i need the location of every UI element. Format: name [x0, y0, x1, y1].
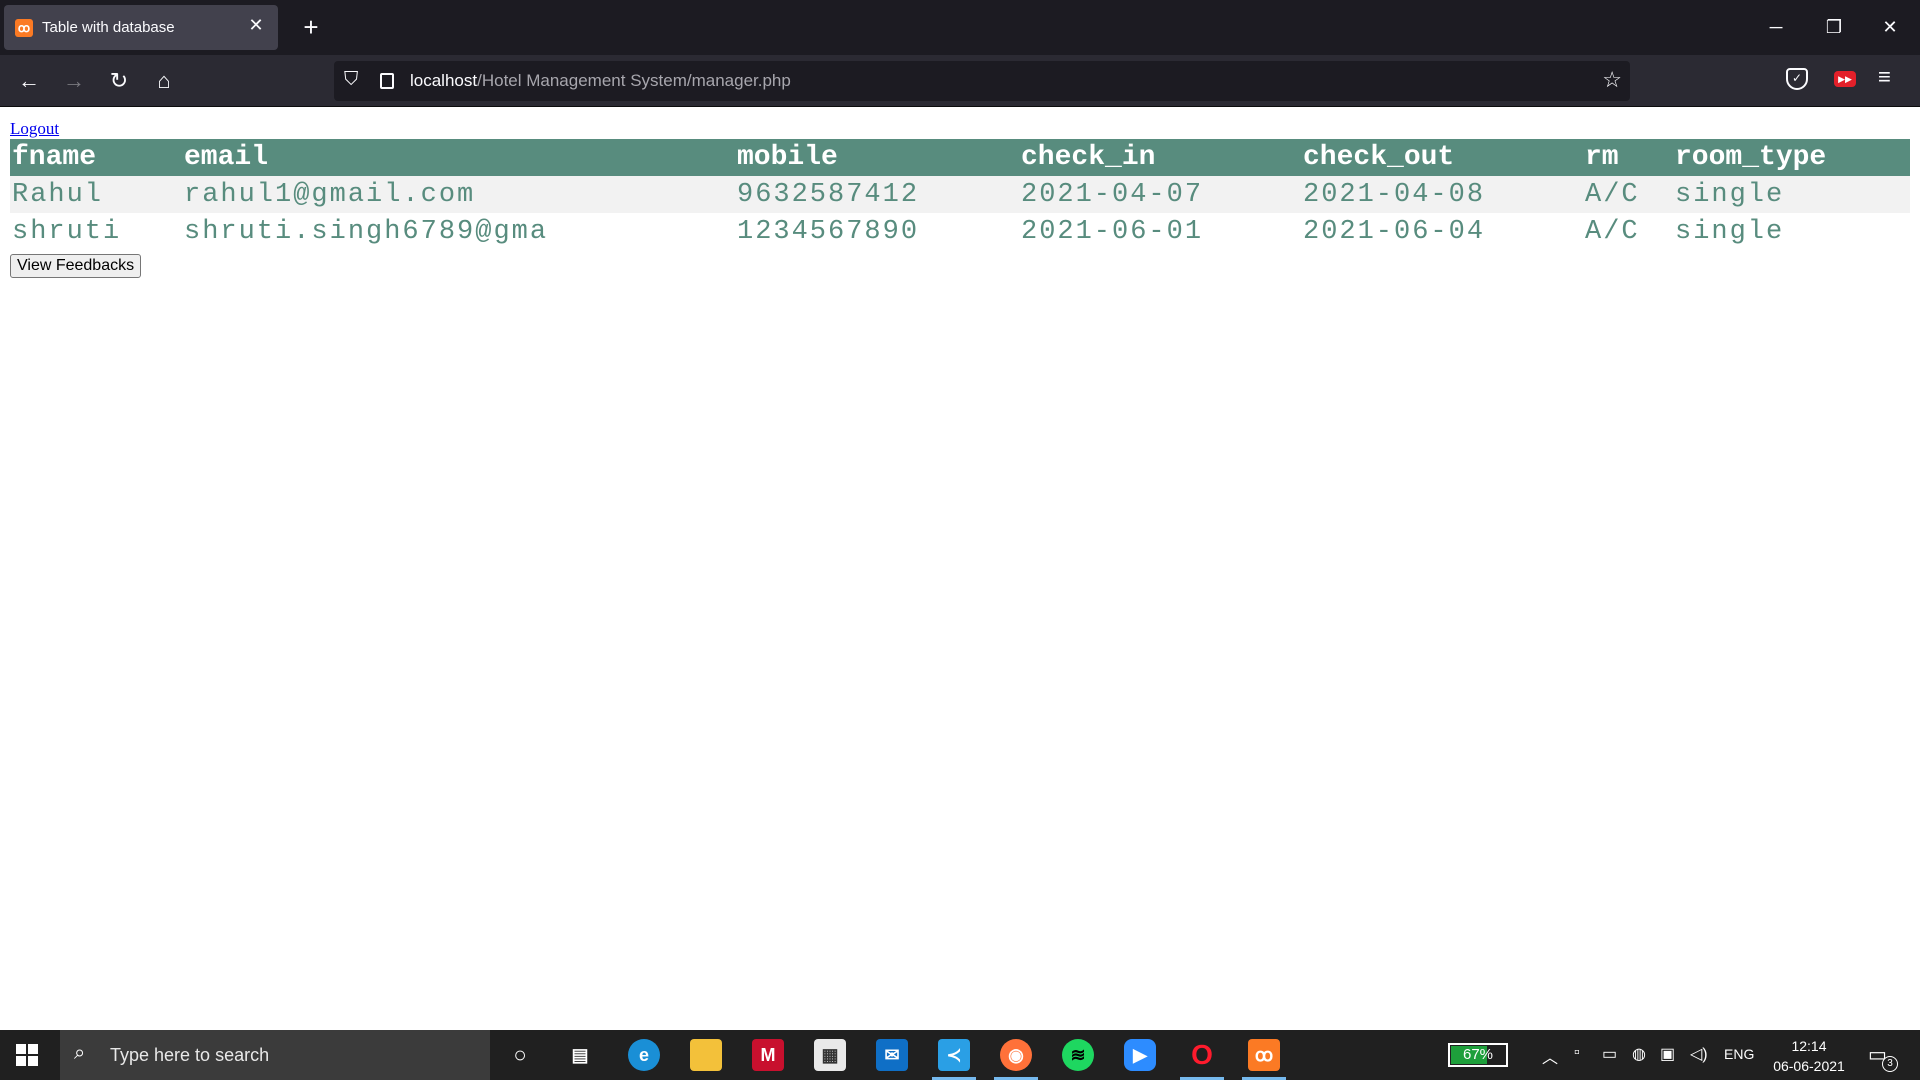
- cell-mobile: 9632587412: [735, 176, 1019, 213]
- column-header-fname: fname: [10, 139, 182, 176]
- network-globe-icon[interactable]: ◍: [1632, 1044, 1646, 1064]
- table-row: shruti shruti.singh6789@gma 1234567890 2…: [10, 213, 1910, 250]
- column-header-rm: rm: [1583, 139, 1673, 176]
- spotify-icon[interactable]: ≋: [1062, 1039, 1094, 1071]
- cell-check-out: 2021-06-04: [1301, 213, 1583, 250]
- pocket-icon[interactable]: ✓: [1786, 68, 1808, 90]
- new-tab-button[interactable]: +: [296, 10, 326, 44]
- language-indicator[interactable]: ENG: [1724, 1046, 1754, 1062]
- youtube-extension-icon[interactable]: ▶▶: [1834, 71, 1856, 87]
- clock-time: 12:14: [1791, 1038, 1827, 1054]
- forward-button[interactable]: →: [57, 64, 91, 98]
- cell-rm: A/C: [1583, 213, 1673, 250]
- clock-date: 06-06-2021: [1773, 1058, 1845, 1074]
- column-header-check-in: check_in: [1019, 139, 1301, 176]
- browser-tab[interactable]: ꝏ Table with database ✕: [4, 5, 278, 50]
- url-text[interactable]: localhost/Hotel Management System/manage…: [410, 71, 791, 91]
- bookings-table: fname email mobile check_in check_out rm…: [10, 139, 1910, 250]
- volume-icon[interactable]: ◁): [1690, 1044, 1708, 1064]
- logout-link[interactable]: Logout: [10, 118, 59, 139]
- cortana-icon[interactable]: ○: [504, 1039, 536, 1071]
- cell-fname: Rahul: [10, 176, 182, 213]
- cell-fname: shruti: [10, 213, 182, 250]
- minimize-button[interactable]: ─: [1756, 10, 1796, 44]
- cell-room-type: single: [1673, 176, 1910, 213]
- back-button[interactable]: ←: [12, 64, 46, 98]
- column-header-mobile: mobile: [735, 139, 1019, 176]
- url-path: /Hotel Management System/manager.php: [477, 71, 791, 90]
- bookmark-star-icon[interactable]: ☆: [1602, 67, 1622, 93]
- clock[interactable]: 12:14 06-06-2021: [1768, 1036, 1850, 1076]
- search-placeholder: Type here to search: [110, 1045, 270, 1065]
- menu-icon[interactable]: ≡: [1878, 64, 1891, 90]
- address-bar[interactable]: ⛉ localhost/Hotel Management System/mana…: [334, 61, 1630, 101]
- vscode-icon[interactable]: ≺: [938, 1039, 970, 1071]
- column-header-check-out: check_out: [1301, 139, 1583, 176]
- cell-mobile: 1234567890: [735, 213, 1019, 250]
- taskbar-search-box[interactable]: ⌕ Type here to search: [60, 1030, 490, 1080]
- search-icon: ⌕: [74, 1042, 86, 1064]
- task-view-icon[interactable]: ▤: [564, 1039, 596, 1071]
- cell-room-type: single: [1673, 213, 1910, 250]
- table-header-row: fname email mobile check_in check_out rm…: [10, 139, 1910, 176]
- cell-check-in: 2021-04-07: [1019, 176, 1301, 213]
- show-hidden-icons-chevron-up-icon[interactable]: ︿: [1542, 1044, 1558, 1068]
- edge-icon[interactable]: e: [628, 1039, 660, 1071]
- tracking-protection-shield-icon[interactable]: ⛉: [344, 69, 358, 91]
- table-row: Rahul rahul1@gmail.com 9632587412 2021-0…: [10, 176, 1910, 213]
- meet-now-icon[interactable]: ▫: [1574, 1044, 1580, 1062]
- url-host: localhost: [410, 71, 478, 90]
- cell-email: rahul1@gmail.com: [182, 176, 735, 213]
- xampp-icon[interactable]: ꝏ: [1248, 1039, 1280, 1071]
- close-window-button[interactable]: ✕: [1870, 10, 1910, 44]
- reload-button[interactable]: ↻: [102, 64, 136, 98]
- cell-rm: A/C: [1583, 176, 1673, 213]
- battery-indicator[interactable]: 67%: [1448, 1043, 1508, 1067]
- cell-email: shruti.singh6789@gma: [182, 213, 735, 250]
- column-header-room-type: room_type: [1673, 139, 1910, 176]
- restore-button[interactable]: ❐: [1814, 10, 1854, 44]
- tab-title: Table with database: [42, 19, 175, 36]
- battery-percent: 67%: [1462, 1046, 1494, 1063]
- page-content: Logout fname email mobile check_in check…: [10, 118, 1910, 278]
- windows-taskbar: ⌕ Type here to search ○ ▤ e M ▦ ✉ ≺ ◉ ≋ …: [0, 1030, 1920, 1080]
- home-button[interactable]: ⌂: [147, 64, 181, 98]
- browser-nav-bar: ← → ↻ ⌂ ⛉ localhost/Hotel Management Sys…: [0, 55, 1920, 107]
- file-explorer-icon[interactable]: [690, 1039, 722, 1071]
- windows-start-icon[interactable]: [16, 1044, 38, 1066]
- column-header-email: email: [182, 139, 735, 176]
- defender-icon[interactable]: ▣: [1660, 1044, 1675, 1064]
- firefox-icon[interactable]: ◉: [1000, 1039, 1032, 1071]
- tab-close-icon[interactable]: ✕: [244, 15, 268, 36]
- browser-tab-bar: ꝏ Table with database ✕ + ─ ❐ ✕: [0, 0, 1920, 55]
- view-feedbacks-button[interactable]: View Feedbacks: [10, 254, 142, 278]
- store-icon[interactable]: ▦: [814, 1039, 846, 1071]
- cell-check-out: 2021-04-08: [1301, 176, 1583, 213]
- mcafee-icon[interactable]: M: [752, 1039, 784, 1071]
- zoom-icon[interactable]: ▶: [1124, 1039, 1156, 1071]
- opera-icon[interactable]: O: [1186, 1039, 1218, 1071]
- cell-check-in: 2021-06-01: [1019, 213, 1301, 250]
- xampp-favicon-icon: ꝏ: [15, 19, 33, 37]
- battery-tray-icon[interactable]: ▭: [1602, 1044, 1617, 1064]
- page-info-icon[interactable]: [380, 73, 394, 89]
- notification-count-badge: 3: [1882, 1056, 1898, 1072]
- mail-icon[interactable]: ✉: [876, 1039, 908, 1071]
